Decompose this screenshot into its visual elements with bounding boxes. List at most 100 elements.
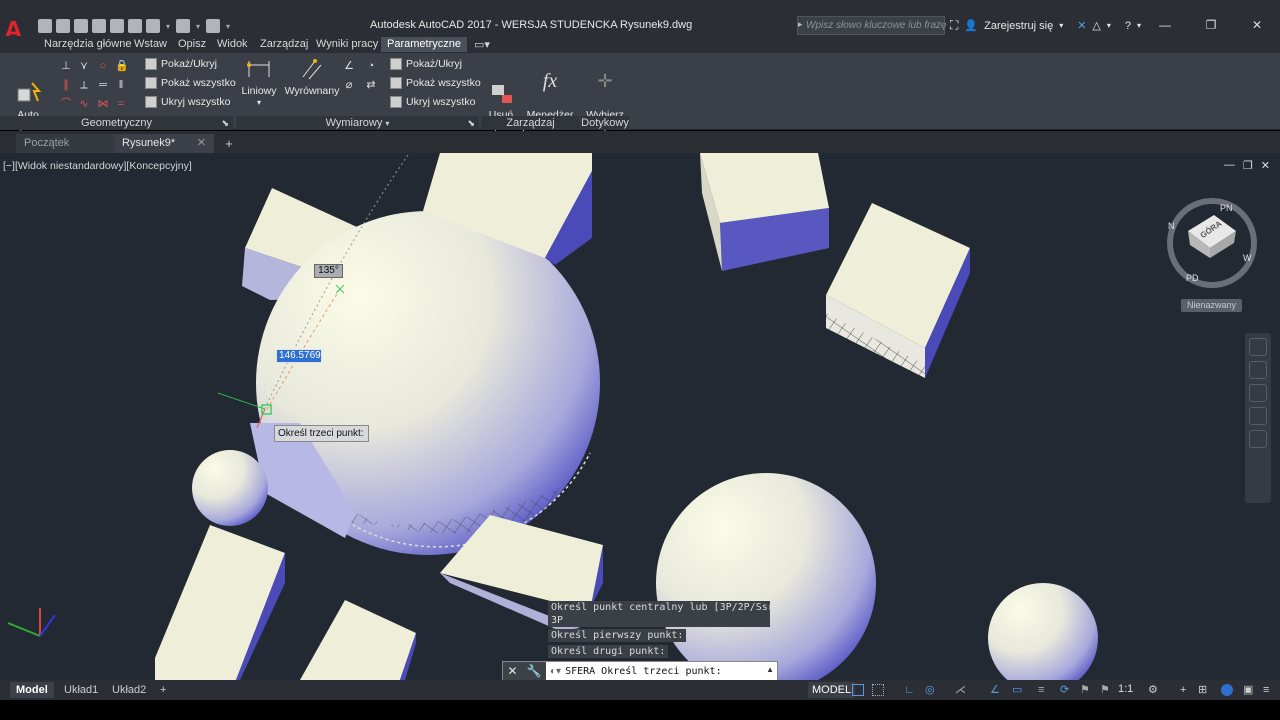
convert-icon[interactable]: ⇄ — [365, 79, 377, 91]
dim-show-all-button[interactable]: Pokaż wszystko — [390, 77, 481, 89]
binoculars-icon[interactable]: ⛶ — [950, 18, 958, 33]
linear-button[interactable]: Liniowy ▾ — [238, 57, 280, 109]
compass-pn[interactable]: PN — [1220, 203, 1233, 213]
save-as-icon[interactable] — [92, 19, 106, 33]
dim-show-hide-button[interactable]: Pokaż/Ukryj — [390, 58, 462, 70]
workspace-gear-icon[interactable]: ⚙ — [1148, 684, 1160, 696]
minimize-button[interactable]: — — [1142, 16, 1188, 36]
diameter-icon[interactable]: ⌀ — [343, 79, 355, 91]
horizontal-icon[interactable]: ═ — [97, 79, 109, 91]
dim-hide-all-button[interactable]: Ukryj wszystko — [390, 96, 475, 108]
angular-icon[interactable]: ∠ — [343, 60, 355, 72]
geo-hide-all-button[interactable]: Ukryj wszystko — [145, 96, 230, 108]
sphere-bottom-right[interactable] — [988, 583, 1098, 680]
selection-cycling-icon[interactable]: ⟳ — [1060, 684, 1072, 696]
model-space-button[interactable]: MODEL — [808, 682, 856, 698]
exchange-apps-icon[interactable]: ✕ — [1077, 19, 1086, 32]
command-customize-icon[interactable]: 🔧 — [527, 664, 542, 678]
radial-icon[interactable]: ◔ — [365, 60, 377, 72]
redo-dropdown-icon[interactable]: ▾ — [194, 22, 202, 31]
command-history-toggle-icon[interactable]: ▲ — [766, 665, 774, 674]
layout-tab-1[interactable]: Układ1 — [58, 682, 104, 698]
drawing-viewport[interactable]: [−][Widok niestandardowy][Koncepcyjny] —… — [0, 153, 1280, 680]
close-tab-icon[interactable]: ✕ — [197, 134, 206, 153]
auto-scale-icon[interactable]: ⚑ — [1100, 684, 1112, 696]
collinear-icon[interactable]: ⋎ — [78, 60, 90, 72]
vp-restore-icon[interactable]: ❐ — [1243, 159, 1253, 172]
box-bottom-left-1[interactable] — [155, 525, 285, 680]
layout-tab-model[interactable]: Model — [10, 682, 54, 698]
tab-home[interactable]: Narzędzia główne — [44, 38, 131, 50]
annotation-monitor-icon[interactable]: + — [1180, 684, 1192, 696]
tab-drawing[interactable]: Rysunek9* ✕ — [114, 134, 214, 153]
linear-dropdown-icon[interactable]: ▾ — [238, 97, 280, 109]
tab-start[interactable]: Początek — [16, 134, 114, 153]
coincident-icon[interactable]: ⊥ — [60, 60, 72, 72]
signin-label[interactable]: Zarejestruj się — [984, 20, 1053, 32]
tab-insert[interactable]: Wstaw — [134, 38, 167, 50]
dynamic-input-field[interactable]: 146.5769 — [276, 349, 322, 363]
command-recent-icon[interactable]: ◐▾ — [550, 666, 561, 677]
layout-tab-2[interactable]: Układ2 — [106, 682, 152, 698]
command-input[interactable]: SFERA Określ trzeci punkt: — [565, 666, 722, 677]
customize-status-icon[interactable]: ≡ — [1263, 684, 1275, 696]
save-icon[interactable] — [74, 19, 88, 33]
hardware-acceleration-icon[interactable] — [1221, 684, 1233, 696]
command-line[interactable]: ✕ 🔧 ◐▾ SFERA Określ trzeci punkt: ▲ — [502, 661, 778, 680]
pan-icon[interactable] — [1249, 361, 1267, 379]
undo-icon[interactable] — [146, 19, 160, 33]
plot-icon[interactable] — [128, 19, 142, 33]
compass-n[interactable]: N — [1168, 221, 1175, 231]
fix-icon[interactable]: 🔒 — [115, 60, 129, 72]
lineweight-icon[interactable]: ≡ — [1038, 684, 1050, 696]
vertical-icon[interactable]: ‖ — [115, 79, 127, 91]
signin-dropdown-icon[interactable]: ▾ — [1059, 21, 1063, 30]
tab-parametric[interactable]: Parametryczne — [381, 37, 467, 52]
sphere-small-left[interactable] — [192, 450, 268, 526]
open-file-icon[interactable] — [56, 19, 70, 33]
qat-customize-icon[interactable]: ▾ — [224, 22, 232, 31]
showmotion-icon[interactable] — [1249, 430, 1267, 448]
tab-output[interactable]: Wyniki pracy — [316, 38, 378, 50]
panel-dropdown-icon[interactable]: ▾ — [385, 119, 389, 128]
autodesk-a360-icon[interactable]: △ — [1092, 19, 1100, 32]
sphere-bottom-middle[interactable] — [656, 473, 876, 680]
isodraft-icon[interactable]: ⋌ — [955, 684, 967, 696]
ribbon-options-icon[interactable]: ▭▾ — [474, 38, 490, 51]
signin-area[interactable]: ⛶ 👤 Zarejestruj się ▾ ✕ △ ▾ ? ▾ — [950, 18, 1141, 33]
ortho-icon[interactable]: ∟ — [904, 684, 916, 696]
geo-show-all-button[interactable]: Pokaż wszystko — [145, 77, 236, 89]
new-drawing-tab-button[interactable]: + — [220, 135, 238, 152]
panel-title-dimensional[interactable]: Wymiarowy ▾ ⬊ — [236, 116, 479, 130]
vp-close-icon[interactable]: ✕ — [1261, 159, 1270, 172]
viewcube[interactable] — [1167, 198, 1257, 288]
new-file-icon[interactable] — [38, 19, 52, 33]
help-dropdown-icon[interactable]: ▾ — [1137, 21, 1141, 30]
geo-show-hide-button[interactable]: Pokaż/Ukryj — [145, 58, 217, 70]
panel-title-geometric[interactable]: Geometryczny ⬊ — [0, 116, 233, 130]
parallel-icon[interactable]: ∥ — [60, 79, 72, 91]
dialog-launcher-icon[interactable]: ⬊ — [221, 116, 229, 130]
tab-view[interactable]: Widok — [217, 38, 248, 50]
grid-icon[interactable] — [852, 684, 864, 696]
tab-annotate[interactable]: Opisz — [178, 38, 206, 50]
snap-icon[interactable] — [872, 684, 884, 696]
web-mobile-icon[interactable] — [110, 19, 124, 33]
add-layout-icon[interactable]: + — [154, 682, 172, 698]
redo-icon[interactable] — [176, 19, 190, 33]
annotation-scale[interactable]: 1:1 — [1118, 683, 1133, 695]
viewport-controls-label[interactable]: [−][Widok niestandardowy][Koncepcyjny] — [3, 160, 192, 172]
restore-button[interactable]: ❐ — [1188, 16, 1234, 36]
tab-manage[interactable]: Zarządzaj — [260, 38, 308, 50]
help-icon[interactable]: ? — [1125, 20, 1131, 32]
compass-pd[interactable]: PD — [1186, 273, 1199, 283]
box-top-right-1[interactable] — [700, 153, 829, 271]
equal-icon[interactable]: = — [115, 98, 127, 110]
annotation-visibility-icon[interactable]: ⚑ — [1080, 684, 1092, 696]
aligned-button[interactable]: Wyrównany — [284, 57, 340, 97]
clean-screen-icon[interactable]: ▣ — [1243, 684, 1255, 696]
symmetric-icon[interactable]: ⋈ — [97, 98, 109, 110]
polar-icon[interactable]: ◎ — [925, 684, 937, 696]
search-expand-icon[interactable]: ▸ — [798, 19, 806, 30]
vp-minimize-icon[interactable]: — — [1224, 159, 1235, 172]
